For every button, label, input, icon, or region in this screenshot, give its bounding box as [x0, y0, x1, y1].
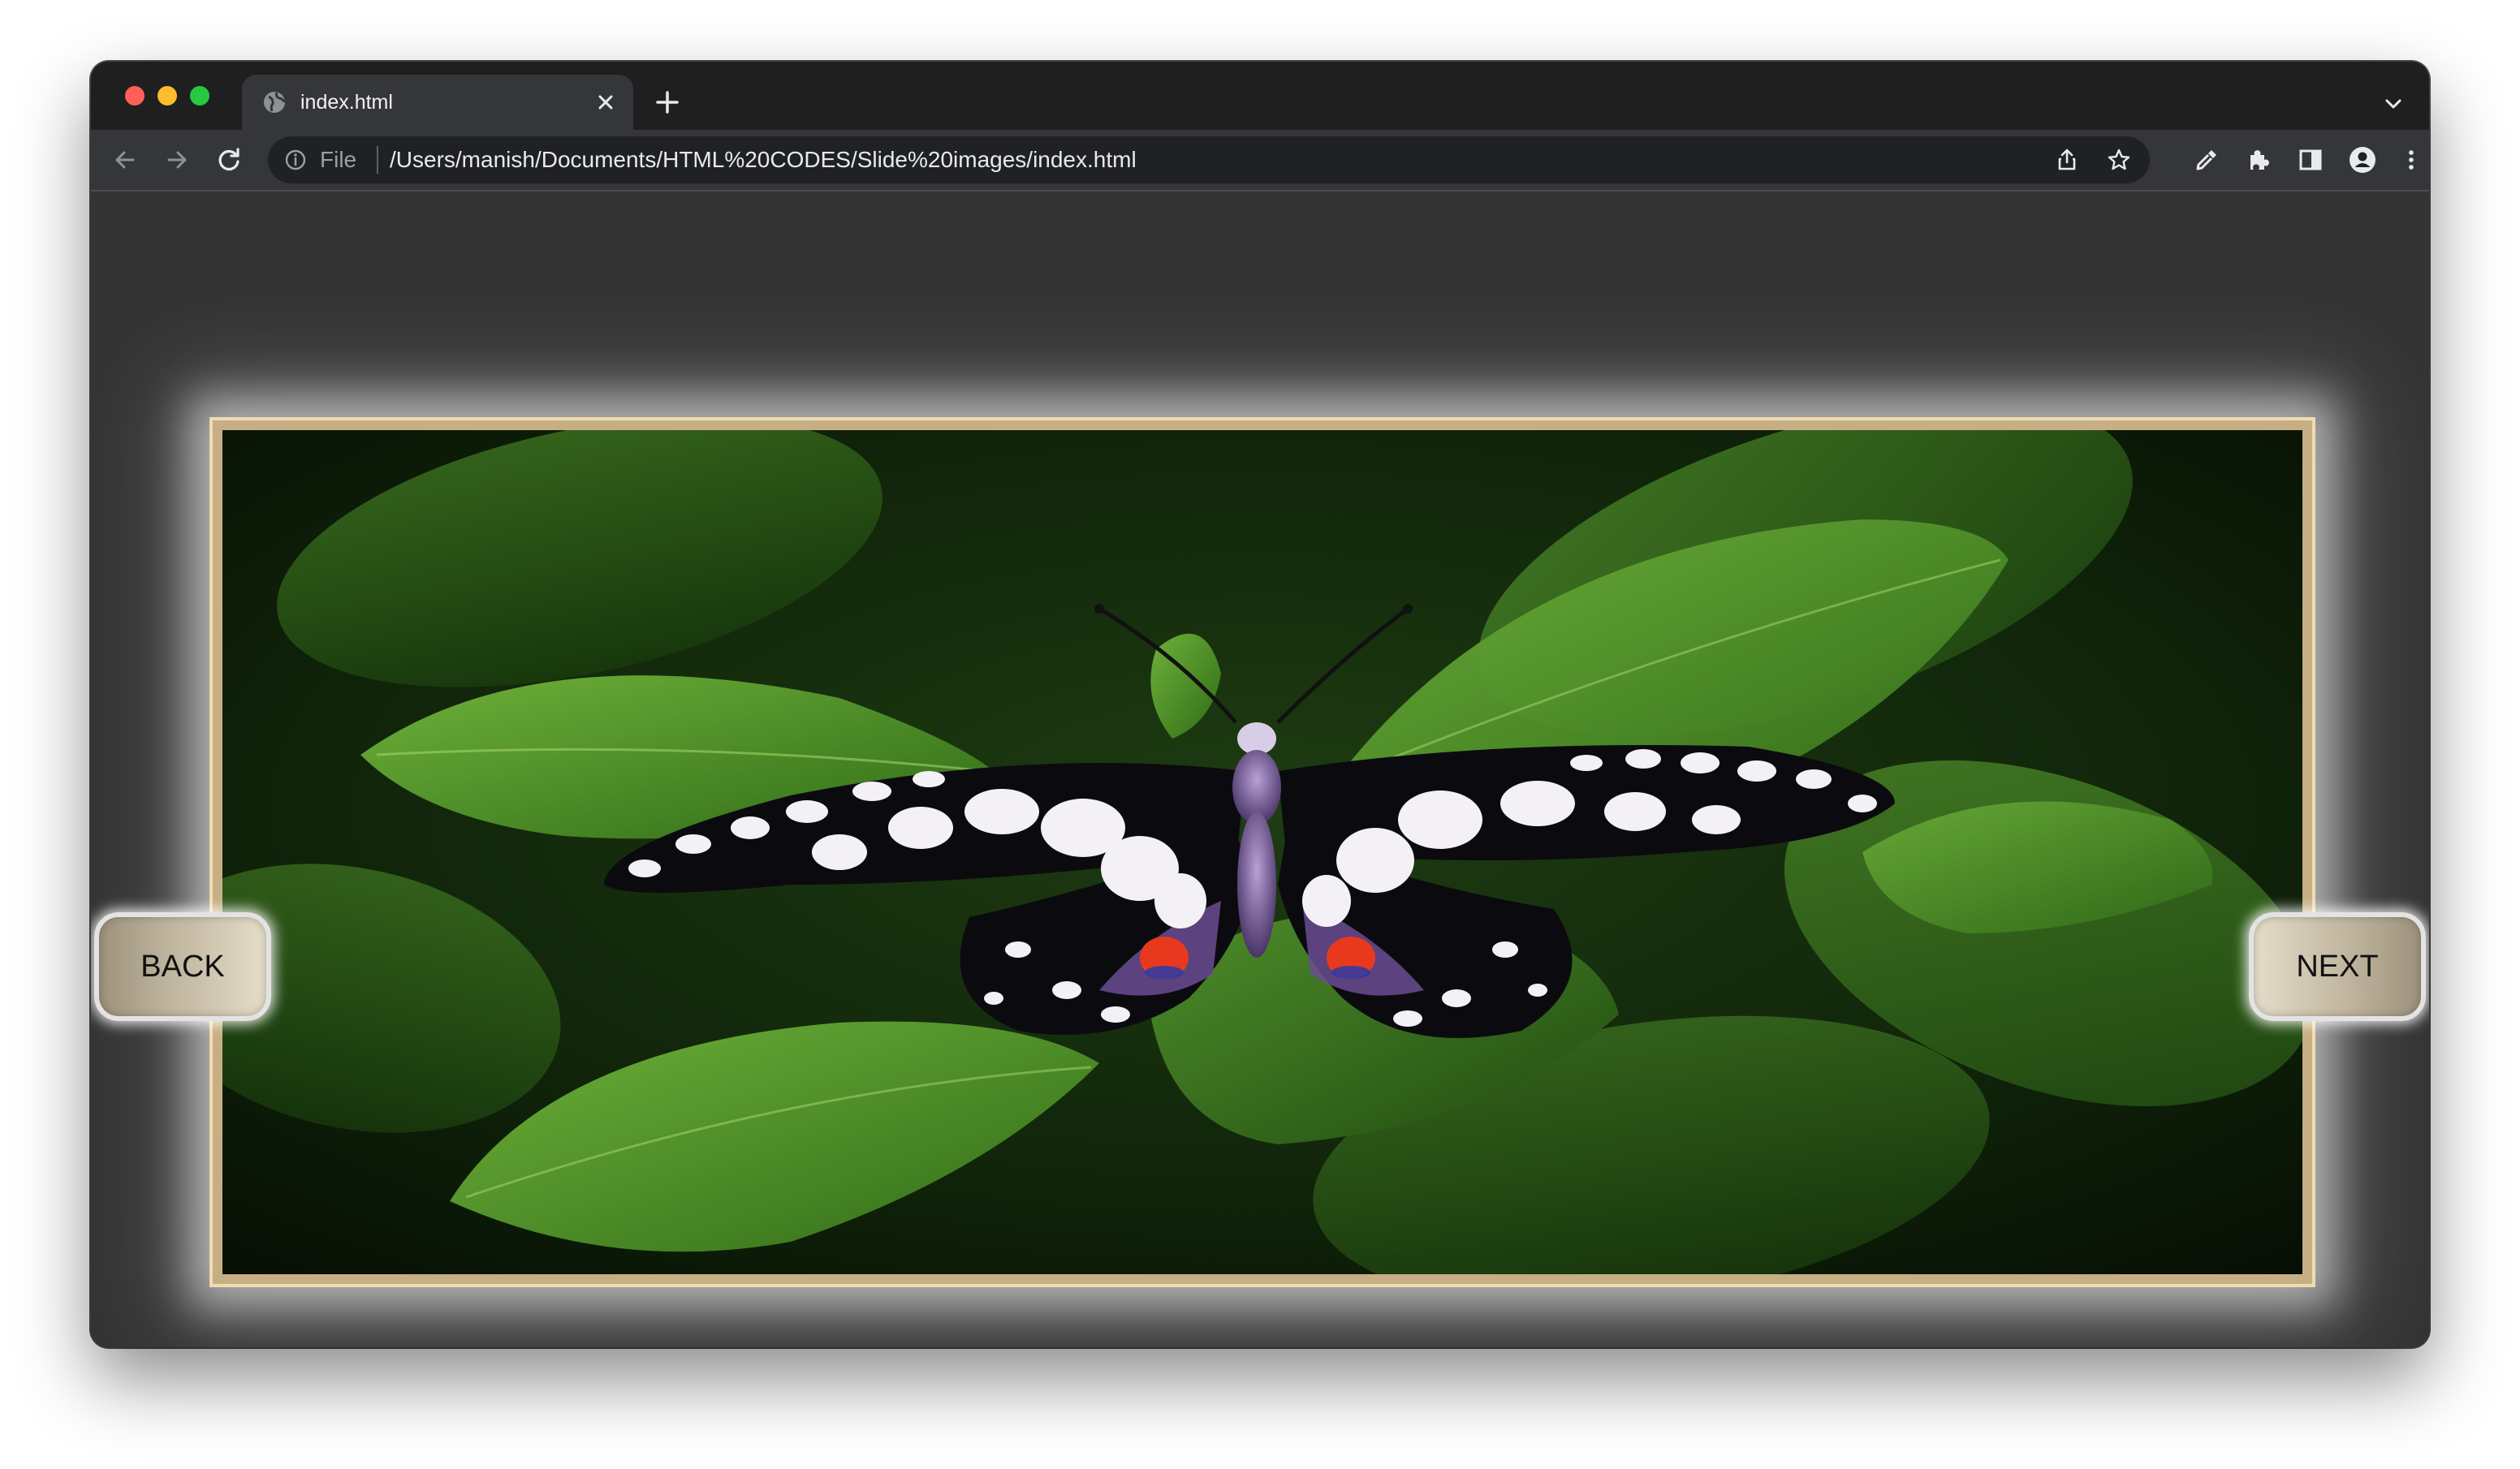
puzzle-icon[interactable] — [2244, 145, 2273, 174]
url-text[interactable]: /Users/manish/Documents/HTML%20CODES/Sli… — [390, 148, 1137, 172]
url-scheme: File — [320, 147, 357, 172]
close-icon[interactable] — [594, 91, 617, 114]
next-button[interactable]: NEXT — [2249, 912, 2426, 1021]
url-separator — [377, 146, 378, 174]
eyedropper-icon[interactable] — [2192, 145, 2221, 174]
info-icon[interactable] — [284, 149, 307, 171]
plus-icon[interactable] — [653, 88, 682, 117]
tab-title: index.html — [300, 91, 393, 114]
tab-index-html[interactable]: index.html — [242, 75, 633, 130]
reload-icon[interactable] — [214, 145, 244, 174]
globe-icon — [264, 92, 286, 113]
minimize-window-button[interactable] — [158, 86, 177, 106]
star-icon[interactable] — [2106, 147, 2132, 173]
chevron-down-icon[interactable] — [2380, 91, 2406, 117]
maximize-window-button[interactable] — [190, 86, 209, 106]
forward-arrow-icon[interactable] — [162, 145, 192, 174]
tab-strip: index.html — [91, 62, 2429, 130]
page-viewport: BACK NEXT — [91, 192, 2429, 1347]
share-icon[interactable] — [2054, 147, 2080, 173]
butterfly-slide-image — [222, 430, 2302, 1274]
side-panel-icon[interactable] — [2296, 145, 2325, 174]
slide-frame — [209, 417, 2315, 1287]
back-button[interactable]: BACK — [94, 912, 271, 1021]
address-bar[interactable]: File /Users/manish/Documents/HTML%20CODE… — [268, 136, 2150, 183]
profile-icon[interactable] — [2348, 145, 2377, 174]
close-window-button[interactable] — [125, 86, 145, 106]
back-arrow-icon[interactable] — [110, 145, 140, 174]
kebab-menu-icon[interactable] — [2397, 145, 2426, 174]
browser-toolbar: File /Users/manish/Documents/HTML%20CODE… — [91, 130, 2429, 192]
browser-window: index.html File /Users/manish/Documents/… — [91, 62, 2429, 1347]
